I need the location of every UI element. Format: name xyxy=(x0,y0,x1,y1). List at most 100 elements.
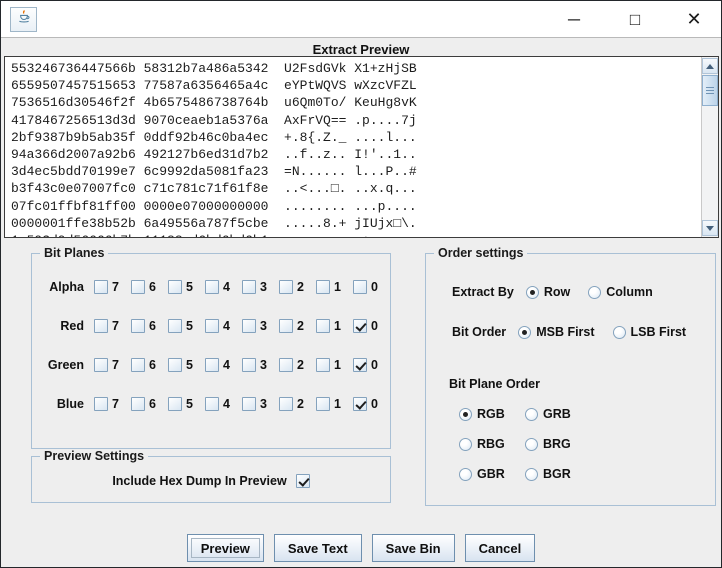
hex-line: 3d4ec5bdd70199e7 6c9992da5081fa23 =N....… xyxy=(11,164,417,180)
include-hex-dump-checkbox[interactable] xyxy=(295,474,310,488)
bit-number-label: 7 xyxy=(112,358,119,372)
checkbox-blue-bit-0[interactable] xyxy=(353,397,367,411)
bit-number-label: 7 xyxy=(112,397,119,411)
preview-button[interactable]: Preview xyxy=(186,534,264,562)
checkbox-green-bit-2[interactable] xyxy=(279,358,293,372)
checkbox-red-bit-4[interactable] xyxy=(205,319,219,333)
hex-dump-textarea[interactable]: 553246736447566b 58312b7a486a5342 U2FsdG… xyxy=(4,56,719,238)
checkbox-green-bit-6[interactable] xyxy=(131,358,145,372)
radio-bit-plane-order-grb[interactable] xyxy=(525,407,538,421)
checkbox-red-bit-1[interactable] xyxy=(316,319,330,333)
bit-number-label: 1 xyxy=(334,397,341,411)
checkbox-alpha-bit-0[interactable] xyxy=(353,280,367,294)
bit-number-label: 3 xyxy=(260,397,267,411)
checkbox-blue-bit-1[interactable] xyxy=(316,397,330,411)
bit-order-option-lsb-first: LSB First xyxy=(612,325,687,339)
bit-number-label: 5 xyxy=(186,319,193,333)
scroll-down-button[interactable] xyxy=(702,220,718,236)
radio-label: LSB First xyxy=(630,325,687,339)
bit-planes-group: Bit Planes Alpha 7 6 5 4 3 2 1 0 Red 7 6 5 4 3 2 1 0 Green… xyxy=(31,246,391,449)
bit-planes-rows: Alpha 7 6 5 4 3 2 1 0 Red 7 6 5 4 3 2 1 0 Green 7 6 5 4 3 2 1 0 Blu… xyxy=(32,279,390,435)
bit-number-label: 4 xyxy=(223,358,230,372)
checkbox-green-bit-3[interactable] xyxy=(242,358,256,372)
hex-line: 553246736447566b 58312b7a486a5342 U2FsdG… xyxy=(11,61,417,76)
radio-bit-plane-order-brg[interactable] xyxy=(525,437,538,451)
radio-bit-plane-order-bgr[interactable] xyxy=(525,467,538,481)
radio-extract-by-column[interactable] xyxy=(588,285,602,299)
bit-number-label: 2 xyxy=(297,358,304,372)
checkbox-blue-bit-4[interactable] xyxy=(205,397,219,411)
bit-order-label: Bit Order xyxy=(452,325,507,339)
bit-cell: 2 xyxy=(279,280,316,294)
arrow-up-icon xyxy=(706,63,714,69)
minimize-icon[interactable]: ─ xyxy=(560,1,588,38)
radio-bit-order-lsb-first[interactable] xyxy=(612,325,626,339)
maximize-icon[interactable]: □ xyxy=(621,1,649,38)
checkbox-red-bit-6[interactable] xyxy=(131,319,145,333)
radio-label: RBG xyxy=(477,437,505,451)
checkbox-green-bit-0[interactable] xyxy=(353,358,367,372)
checkbox-blue-bit-3[interactable] xyxy=(242,397,256,411)
bit-number-label: 0 xyxy=(371,358,378,372)
bit-number-label: 7 xyxy=(112,319,119,333)
bit-cell: 3 xyxy=(242,397,279,411)
radio-label: RGB xyxy=(477,407,505,421)
hex-line: 7536516d30546f2f 4b6575486738764b u6Qm0T… xyxy=(11,95,417,111)
scroll-up-button[interactable] xyxy=(702,58,718,74)
checkbox-blue-bit-2[interactable] xyxy=(279,397,293,411)
checkbox-alpha-bit-4[interactable] xyxy=(205,280,219,294)
bit-plane-order-option-rgb: RGB xyxy=(459,407,525,421)
arrow-down-icon xyxy=(706,225,714,231)
bit-cell: 0 xyxy=(353,280,390,294)
bit-cell: 6 xyxy=(131,280,168,294)
checkbox-green-bit-1[interactable] xyxy=(316,358,330,372)
bit-number-label: 4 xyxy=(223,397,230,411)
checkbox-red-bit-0[interactable] xyxy=(353,319,367,333)
group-title: Order settings xyxy=(434,246,528,260)
checkbox-green-bit-5[interactable] xyxy=(168,358,182,372)
bit-cell: 0 xyxy=(353,358,390,372)
checkbox-blue-bit-6[interactable] xyxy=(131,397,145,411)
checkbox-alpha-bit-6[interactable] xyxy=(131,280,145,294)
cancel-button[interactable]: Cancel xyxy=(464,534,536,562)
save-bin-button[interactable]: Save Bin xyxy=(371,534,455,562)
radio-bit-order-msb-first[interactable] xyxy=(518,325,532,339)
extract-by-label: Extract By xyxy=(452,285,514,299)
bit-cell: 6 xyxy=(131,358,168,372)
bit-cell: 6 xyxy=(131,319,168,333)
vertical-scrollbar[interactable] xyxy=(701,57,718,237)
radio-bit-plane-order-rgb[interactable] xyxy=(459,407,472,421)
radio-extract-by-row[interactable] xyxy=(525,285,539,299)
hex-line: 6559507457515653 77587a6356465a4c eYPtWQ… xyxy=(11,78,417,94)
checkbox-alpha-bit-1[interactable] xyxy=(316,280,330,294)
checkbox-alpha-bit-7[interactable] xyxy=(94,280,108,294)
checkbox-red-bit-3[interactable] xyxy=(242,319,256,333)
checkbox-alpha-bit-3[interactable] xyxy=(242,280,256,294)
save-text-button[interactable]: Save Text xyxy=(273,534,362,562)
checkbox-alpha-bit-5[interactable] xyxy=(168,280,182,294)
bit-number-label: 1 xyxy=(334,358,341,372)
checkbox-red-bit-7[interactable] xyxy=(94,319,108,333)
bit-cell: 0 xyxy=(353,397,390,411)
checkbox-alpha-bit-2[interactable] xyxy=(279,280,293,294)
scrollbar-thumb[interactable] xyxy=(702,75,718,106)
checkbox-green-bit-7[interactable] xyxy=(94,358,108,372)
radio-label: MSB First xyxy=(536,325,595,339)
close-icon[interactable]: ✕ xyxy=(680,1,708,38)
bit-order-row: Bit Order MSB First LSB First xyxy=(452,325,686,339)
radio-bit-plane-order-rbg[interactable] xyxy=(459,437,472,451)
checkbox-red-bit-2[interactable] xyxy=(279,319,293,333)
scrollbar-grip-icon xyxy=(706,86,714,95)
checkbox-green-bit-4[interactable] xyxy=(205,358,219,372)
app-menu-button[interactable] xyxy=(10,7,37,32)
hex-line: 07fc01ffbf81ff00 0000e07000000000 ......… xyxy=(11,198,417,214)
bit-plane-order-option-grb: GRB xyxy=(525,407,591,421)
channel-label: Red xyxy=(60,319,84,333)
radio-bit-plane-order-gbr[interactable] xyxy=(459,467,472,481)
bit-cell: 4 xyxy=(205,358,242,372)
checkbox-blue-bit-7[interactable] xyxy=(94,397,108,411)
checkbox-red-bit-5[interactable] xyxy=(168,319,182,333)
checkbox-blue-bit-5[interactable] xyxy=(168,397,182,411)
bit-cell: 5 xyxy=(168,319,205,333)
hex-line: 0000001ffe38b52b 6a49556a787f5cbe .....8… xyxy=(11,215,417,231)
